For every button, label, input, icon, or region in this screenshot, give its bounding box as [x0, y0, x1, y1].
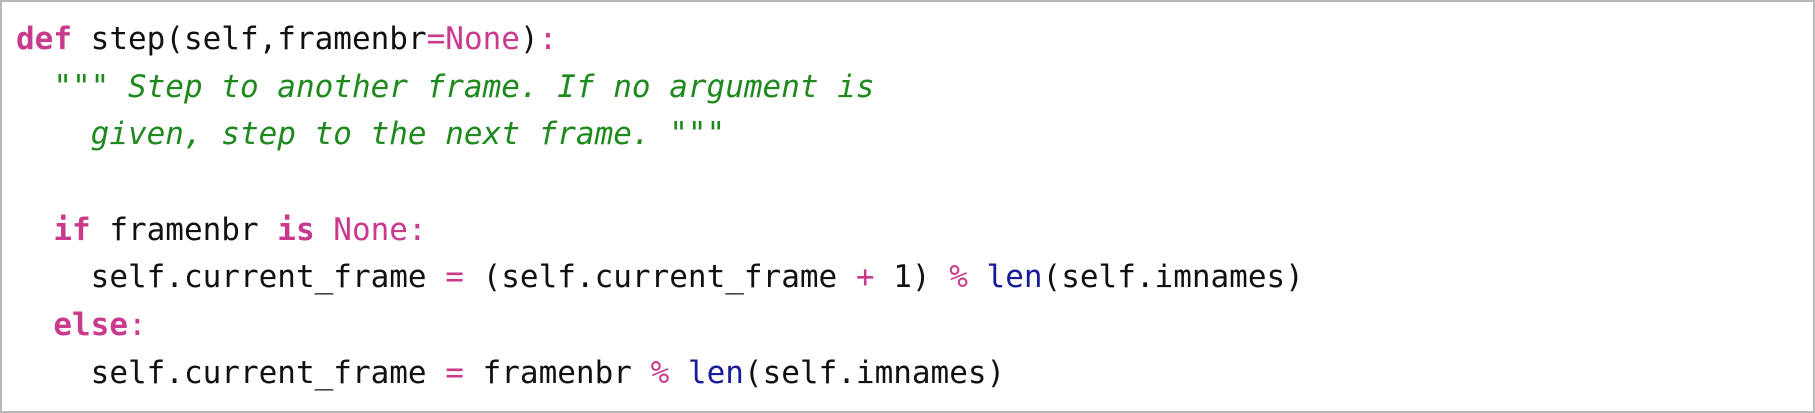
code-token: None — [333, 211, 408, 248]
code-token: : — [538, 21, 558, 57]
code-block: def step(self,framenbr=None): """ Step t… — [16, 16, 1304, 398]
code-token: is — [277, 211, 315, 248]
code-token: = — [445, 354, 464, 391]
code-token: else — [53, 307, 128, 344]
code-line: self.current_frame = framenbr % len(self… — [16, 350, 1304, 398]
code-token: framenbr — [463, 354, 651, 391]
code-token: step(self,framenbr — [72, 21, 427, 57]
code-token: % — [949, 259, 968, 296]
code-line: else: — [16, 302, 1304, 350]
code-token: given, step to the next frame. """ — [90, 116, 726, 153]
code-token: = — [426, 21, 446, 57]
code-token: len — [687, 354, 744, 391]
code-token: len — [986, 259, 1043, 296]
code-line: def step(self,framenbr=None): — [16, 16, 1304, 64]
code-token: framenbr — [90, 211, 278, 248]
code-token: """ Step to another frame. If no argumen… — [53, 68, 875, 105]
code-token: (self.imnames) — [1042, 259, 1304, 296]
code-token: ) — [519, 21, 539, 57]
code-token: + — [855, 259, 875, 296]
code-token: if — [53, 211, 91, 248]
code-token: : — [127, 307, 147, 344]
code-line: """ Step to another frame. If no argumen… — [16, 64, 1304, 112]
code-token: 1) — [874, 259, 950, 296]
code-token: : — [407, 211, 427, 248]
code-token: None — [445, 21, 520, 57]
code-panel: def step(self,framenbr=None): """ Step t… — [0, 0, 1815, 413]
code-line: given, step to the next frame. """ — [16, 111, 1304, 159]
code-token: (self.current_frame — [463, 259, 856, 296]
code-token: self.current_frame — [90, 354, 446, 391]
code-token: def — [16, 21, 72, 57]
code-token: = — [445, 259, 464, 296]
code-token: % — [650, 354, 670, 391]
code-token: self.current_frame — [90, 259, 446, 296]
code-line: self.current_frame = (self.current_frame… — [16, 254, 1304, 302]
code-token: (self.imnames) — [743, 354, 1006, 391]
code-line: if framenbr is None: — [16, 207, 1304, 255]
